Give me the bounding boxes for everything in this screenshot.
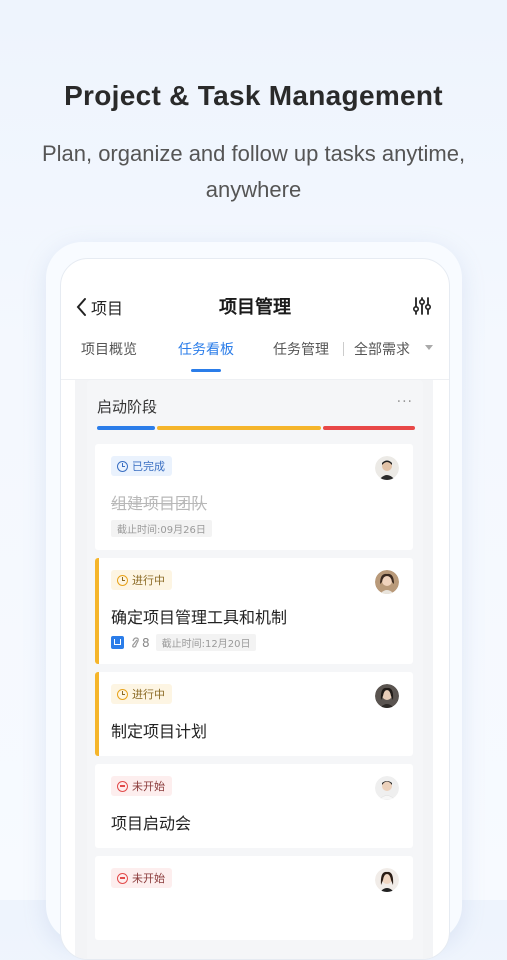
more-icon[interactable]: ···	[397, 394, 413, 410]
status-badge: 未开始	[111, 776, 172, 796]
task-card[interactable]: 已完成 组建项目团队 截止时间:09月26日	[95, 444, 413, 550]
column-title: 启动阶段	[97, 398, 158, 416]
deadline-label: 截止时间:09月26日	[111, 520, 212, 537]
task-title: 确定项目管理工具和机制	[111, 608, 288, 627]
status-badge: 进行中	[111, 684, 172, 704]
kanban-column: 启动阶段 ··· 已完成 组建项目团队 截止时间:09月26日 进行中 确定项目…	[87, 380, 423, 959]
avatar	[375, 456, 399, 480]
avatar	[375, 570, 399, 594]
clock-icon	[117, 574, 128, 586]
minus-circle-icon	[117, 872, 128, 884]
task-card[interactable]: 进行中 制定项目计划	[95, 672, 413, 756]
tab-overview[interactable]: 项目概览	[81, 339, 137, 359]
status-badge: 进行中	[111, 570, 172, 590]
tab-task-board[interactable]: 任务看板	[178, 339, 234, 359]
status-badge: 已完成	[111, 456, 172, 476]
avatar	[375, 684, 399, 708]
nav-bar: 项目 项目管理	[61, 291, 449, 325]
avatar	[375, 868, 399, 892]
task-card[interactable]: 进行中 确定项目管理工具和机制 8 截止时间:12月20日	[95, 558, 413, 664]
progress-done-segment	[97, 426, 155, 430]
task-title: 制定项目计划	[111, 722, 208, 741]
headline: Project & Task Management	[64, 80, 443, 111]
tab-separator	[343, 342, 344, 356]
tab-task-management[interactable]: 任务管理	[273, 339, 329, 359]
deadline-label: 截止时间:12月20日	[155, 634, 257, 651]
attachment-count: 8	[130, 636, 150, 650]
task-title: 组建项目团队	[111, 494, 208, 513]
status-badge: 未开始	[111, 868, 172, 888]
task-meta: 8 截止时间:12月20日	[111, 634, 257, 651]
tab-bar: 项目概览 任务看板 任务管理 全部需求	[61, 339, 449, 375]
stage-progress-bar	[97, 426, 415, 430]
tab-all-requirements[interactable]: 全部需求	[354, 339, 410, 359]
task-title: 项目启动会	[111, 814, 192, 833]
filter-icon[interactable]	[411, 295, 433, 317]
task-meta: 截止时间:09月26日	[111, 520, 212, 537]
task-card[interactable]: 未开始 项目启动会	[95, 764, 413, 848]
avatar	[375, 776, 399, 800]
phone-frame: 项目 项目管理 项目概览 任务看板 任务管理 全部需求 启动阶段 ··· 已完成…	[46, 242, 462, 960]
progress-todo-segment	[323, 426, 415, 430]
clock-icon	[117, 688, 128, 700]
active-tab-indicator	[191, 369, 221, 372]
caret-down-icon[interactable]	[425, 345, 433, 350]
subline: Plan, organize and follow up tasks anyti…	[41, 141, 466, 202]
clock-icon	[117, 460, 128, 472]
kanban-board: 启动阶段 ··· 已完成 组建项目团队 截止时间:09月26日 进行中 确定项目…	[75, 380, 433, 959]
paperclip-icon	[132, 636, 139, 648]
progress-doing-segment	[157, 426, 321, 430]
document-icon	[111, 636, 124, 649]
page-title: 项目管理	[219, 297, 291, 318]
phone-screen: 项目 项目管理 项目概览 任务看板 任务管理 全部需求 启动阶段 ··· 已完成…	[60, 258, 450, 960]
task-card[interactable]: 未开始	[95, 856, 413, 940]
minus-circle-icon	[117, 780, 128, 792]
